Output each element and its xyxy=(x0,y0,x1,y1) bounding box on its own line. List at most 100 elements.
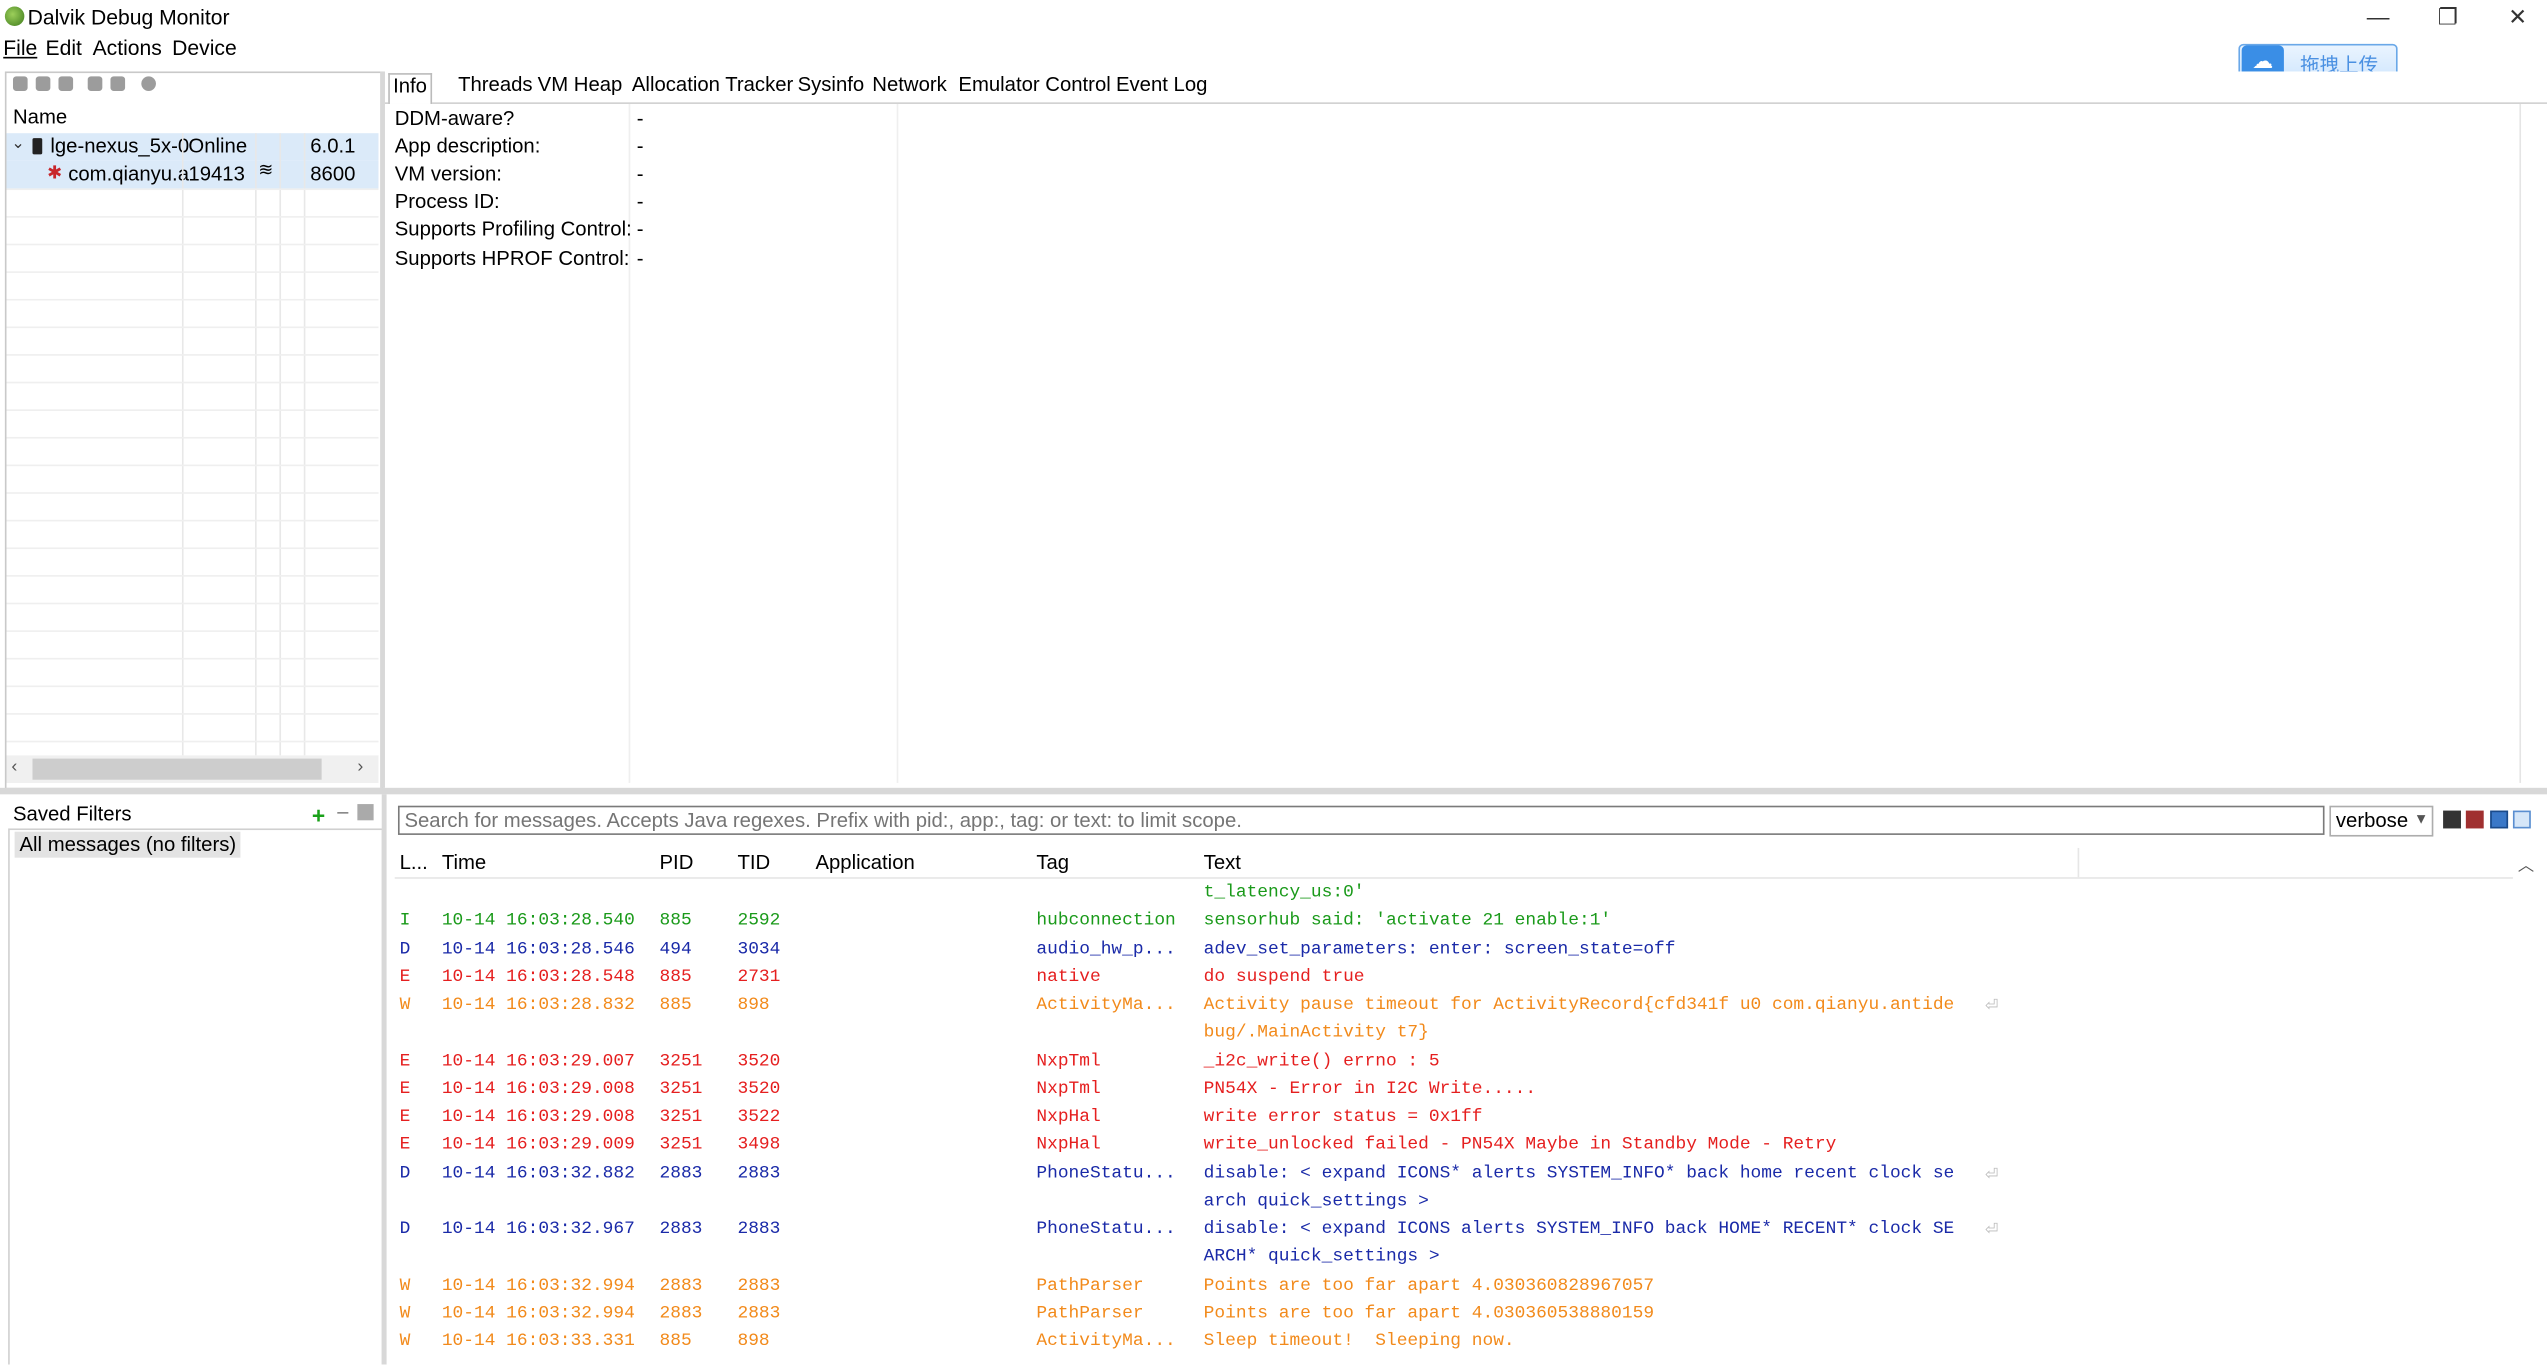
log-pid: 3251 xyxy=(659,1079,703,1100)
log-pid: 885 xyxy=(659,911,692,932)
log-tag: NxpHal xyxy=(1036,1135,1101,1156)
log-tid: 2731 xyxy=(737,967,781,988)
log-time: 10-14 16:03:32.994 xyxy=(441,1275,635,1296)
wrap-icon: ⏎ xyxy=(1985,999,1999,1017)
log-pid: 885 xyxy=(659,995,692,1016)
log-row[interactable] xyxy=(395,1189,2513,1217)
log-tag: ActivityMa... xyxy=(1036,1332,1176,1352)
log-tid: 3522 xyxy=(737,1107,781,1128)
row-divider xyxy=(6,519,379,522)
log-tid: 898 xyxy=(737,995,770,1016)
row-divider xyxy=(6,685,379,688)
log-level: E xyxy=(399,1051,411,1072)
row-divider xyxy=(6,492,379,494)
log-pid: 2883 xyxy=(659,1219,703,1240)
log-tag: PhoneStatu... xyxy=(1036,1163,1176,1184)
row-divider xyxy=(6,381,379,384)
log-level: E xyxy=(399,967,411,988)
log-text: write error status = 0x1ff xyxy=(1203,1107,1483,1128)
row-divider xyxy=(6,575,379,577)
wrap-icon: ⏎ xyxy=(1985,1167,1999,1185)
log-level: W xyxy=(399,1332,411,1352)
row-divider xyxy=(6,657,379,660)
row-divider xyxy=(6,271,379,273)
log-time: 10-14 16:03:29.007 xyxy=(441,1051,635,1072)
log-text: Sleep timeout! Sleeping now. xyxy=(1203,1332,1515,1352)
row-divider xyxy=(6,713,379,715)
row-divider xyxy=(6,547,379,550)
log-pid: 3251 xyxy=(659,1051,703,1072)
row-divider xyxy=(6,436,379,439)
row-divider xyxy=(6,216,379,218)
log-time: 10-14 16:03:28.540 xyxy=(441,911,635,932)
log-row[interactable] xyxy=(395,964,2513,992)
log-text: t_latency_us:0' xyxy=(1203,883,1365,904)
log-tid: 3498 xyxy=(737,1135,781,1156)
log-level: D xyxy=(399,939,411,960)
log-text: PN54X - Error in I2C Write..... xyxy=(1203,1079,1537,1100)
log-time: 10-14 16:03:28.548 xyxy=(441,967,635,988)
log-level: E xyxy=(399,1079,411,1100)
log-text: Points are too far apart 4.0303605388801… xyxy=(1203,1303,1655,1324)
log-tag: NxpTml xyxy=(1036,1079,1101,1100)
log-tid: 3034 xyxy=(737,939,781,960)
row-divider xyxy=(6,188,379,191)
log-time: 10-14 16:03:29.009 xyxy=(441,1135,635,1156)
log-pid: 2883 xyxy=(659,1275,703,1296)
log-row[interactable] xyxy=(395,880,2513,908)
log-text: disable: < expand ICONS* alerts SYSTEM_I… xyxy=(1203,1163,1955,1184)
log-level: E xyxy=(399,1107,411,1128)
log-pid: 3251 xyxy=(659,1135,703,1156)
log-level: W xyxy=(399,1303,411,1324)
log-text: bug/.MainActivity t7} xyxy=(1203,1023,1429,1044)
row-divider xyxy=(6,409,379,411)
row-divider xyxy=(6,464,379,467)
log-table: t_latency_us:0' I 10-14 16:03:28.540 885 259… xyxy=(0,0,2547,1364)
log-tid: 3520 xyxy=(737,1079,781,1100)
row-divider xyxy=(6,298,379,301)
log-tag: PathParser xyxy=(1036,1275,1144,1296)
log-text: _i2c_write() errno : 5 xyxy=(1203,1051,1440,1072)
log-tid: 2592 xyxy=(737,911,781,932)
log-tag: native xyxy=(1036,967,1101,988)
log-text: Activity pause timeout for ActivityRecor… xyxy=(1203,995,1955,1016)
log-tag: NxpHal xyxy=(1036,1107,1101,1128)
log-row[interactable] xyxy=(395,1245,2513,1273)
log-tag: PhoneStatu... xyxy=(1036,1219,1176,1240)
log-time: 10-14 16:03:32.882 xyxy=(441,1163,635,1184)
row-divider xyxy=(6,243,379,246)
log-text: adev_set_parameters: enter: screen_state… xyxy=(1203,939,1676,960)
row-divider xyxy=(6,740,379,743)
log-tag: hubconnection xyxy=(1036,911,1176,932)
log-level: W xyxy=(399,1275,411,1296)
row-divider xyxy=(6,630,379,632)
row-divider xyxy=(6,326,379,329)
log-tid: 2883 xyxy=(737,1303,781,1324)
log-text: write_unlocked failed - PN54X Maybe in S… xyxy=(1203,1135,1837,1156)
log-time: 10-14 16:03:28.546 xyxy=(441,939,635,960)
log-level: W xyxy=(399,995,411,1016)
log-tid: 3520 xyxy=(737,1051,781,1072)
log-tid: 2883 xyxy=(737,1163,781,1184)
row-divider xyxy=(6,602,379,605)
log-tag: audio_hw_p... xyxy=(1036,939,1176,960)
log-row[interactable] xyxy=(395,1021,2513,1049)
wrap-icon: ⏎ xyxy=(1985,1223,1999,1242)
log-time: 10-14 16:03:32.967 xyxy=(441,1219,635,1240)
log-text: disable: < expand ICONS alerts SYSTEM_IN… xyxy=(1203,1219,1955,1240)
log-pid: 2883 xyxy=(659,1163,703,1184)
log-level: I xyxy=(399,911,411,932)
log-time: 10-14 16:03:33.331 xyxy=(441,1332,635,1352)
log-time: 10-14 16:03:32.994 xyxy=(441,1303,635,1324)
log-tid: 2883 xyxy=(737,1219,781,1240)
log-pid: 3251 xyxy=(659,1107,703,1128)
log-pid: 885 xyxy=(659,967,692,988)
log-tid: 2883 xyxy=(737,1275,781,1296)
log-pid: 494 xyxy=(659,939,692,960)
log-level: E xyxy=(399,1135,411,1156)
log-pid: 2883 xyxy=(659,1303,703,1324)
log-text: ARCH* quick_settings > xyxy=(1203,1247,1440,1268)
log-time: 10-14 16:03:28.832 xyxy=(441,995,635,1016)
log-row[interactable] xyxy=(395,1049,2513,1077)
log-tag: NxpTml xyxy=(1036,1051,1101,1072)
